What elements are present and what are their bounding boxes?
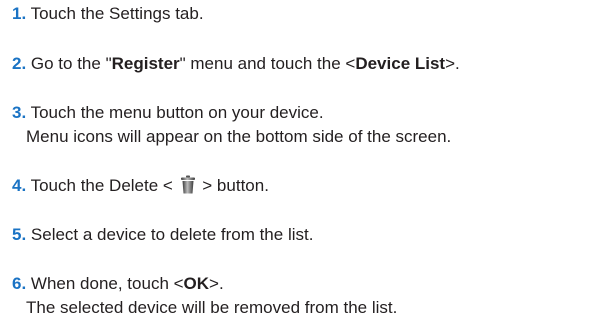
step-text: Touch the menu button on your device.: [26, 103, 324, 122]
step-text-line2: The selected device will be removed from…: [26, 298, 398, 317]
trash-icon: [180, 175, 196, 194]
step-text-line2: Menu icons will appear on the bottom sid…: [26, 127, 452, 146]
step-number: 2.: [12, 54, 27, 73]
step-2: 2. Go to the "Register" menu and touch t…: [12, 52, 460, 76]
step-text-post: >.: [209, 274, 224, 293]
step-number: 5.: [12, 225, 27, 244]
step-number: 3.: [12, 103, 27, 122]
ok-label: OK: [183, 274, 210, 293]
register-menu-label: Register: [111, 54, 180, 73]
step-4: 4. Touch the Delete < > button.: [12, 174, 269, 198]
step-text-mid: " menu and touch the <: [179, 54, 356, 73]
step-text-post: >.: [445, 54, 460, 73]
step-text: Touch the Settings tab.: [26, 4, 204, 23]
step-5: 5. Select a device to delete from the li…: [12, 223, 313, 247]
step-text-pre: Go to the ": [26, 54, 112, 73]
step-text-pre: Touch the Delete <: [26, 176, 178, 195]
device-list-label: Device List: [355, 54, 446, 73]
step-number: 4.: [12, 176, 27, 195]
step-number: 6.: [12, 274, 27, 293]
step-text-post: > button.: [197, 176, 269, 195]
step-number: 1.: [12, 4, 27, 23]
step-text-pre: When done, touch <: [26, 274, 184, 293]
step-3: 3. Touch the menu button on your device.…: [12, 101, 451, 149]
step-1: 1. Touch the Settings tab.: [12, 2, 204, 26]
step-text: Select a device to delete from the list.: [26, 225, 314, 244]
